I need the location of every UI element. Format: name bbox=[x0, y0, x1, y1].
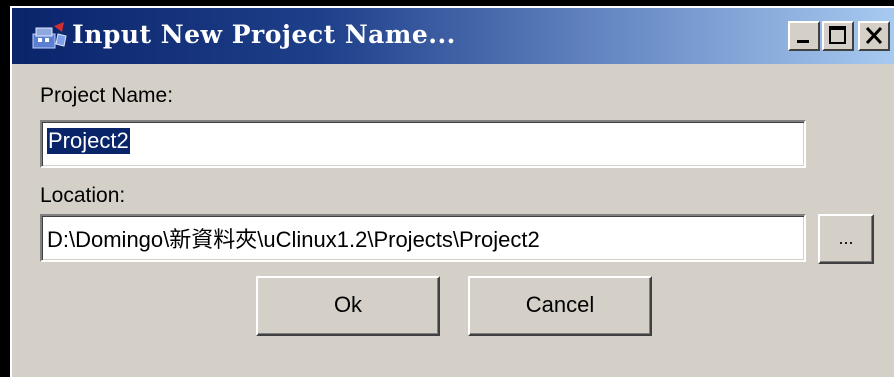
project-name-value: Project2 bbox=[47, 128, 130, 154]
close-icon bbox=[865, 26, 883, 45]
location-input[interactable]: D:\Domingo\新資料夾\uClinux1.2\Projects\Proj… bbox=[40, 214, 806, 262]
location-label: Location: bbox=[40, 184, 126, 207]
close-button[interactable] bbox=[858, 21, 890, 51]
project-name-label: Project Name: bbox=[40, 84, 174, 107]
minimize-button[interactable] bbox=[788, 21, 820, 51]
cancel-button[interactable]: Cancel bbox=[468, 276, 652, 336]
maximize-button[interactable] bbox=[822, 21, 854, 51]
ok-button[interactable]: Ok bbox=[256, 276, 440, 336]
dialog-window: Input New Project Name... Project Name: … bbox=[10, 6, 894, 377]
location-value: D:\Domingo\新資料夾\uClinux1.2\Projects\Proj… bbox=[47, 227, 540, 252]
window-title: Input New Project Name... bbox=[72, 20, 456, 49]
project-name-input[interactable]: Project2 bbox=[40, 120, 806, 168]
title-bar[interactable]: Input New Project Name... bbox=[12, 8, 894, 64]
browse-button[interactable]: ... bbox=[818, 214, 874, 264]
maximize-icon bbox=[829, 26, 846, 44]
minimize-icon bbox=[797, 40, 809, 43]
project-app-icon bbox=[30, 20, 68, 52]
